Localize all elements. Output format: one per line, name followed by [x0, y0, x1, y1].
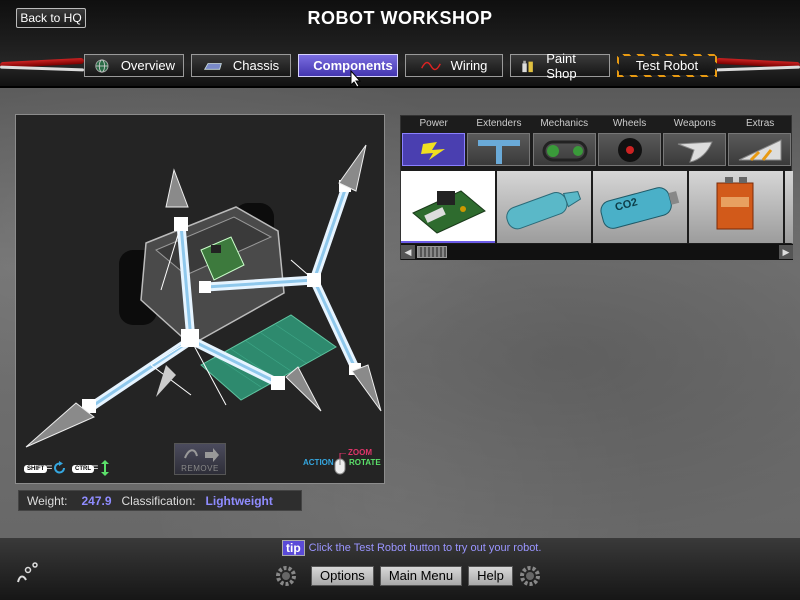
component-circuit-board[interactable] [401, 171, 495, 243]
cable-left-white [0, 65, 85, 72]
options-button[interactable]: Options [311, 566, 374, 586]
scroll-track[interactable] [447, 246, 779, 258]
component-list: CO2 [401, 171, 793, 243]
lightning-icon [421, 142, 445, 160]
tab-label: Wiring [450, 58, 488, 73]
tab-overview[interactable]: Overview [84, 54, 184, 77]
wire-icon [420, 61, 441, 70]
robot-viewport[interactable]: REMOVE SHIFT = CTRL = ACTION ZOOM ROTATE [15, 114, 385, 484]
gear-icon [276, 566, 296, 586]
classification-value: Lightweight [205, 493, 273, 508]
circuit-board-icon [412, 190, 486, 234]
equals-sign: = [92, 462, 99, 474]
scroll-right-icon[interactable]: ▶ [779, 245, 793, 259]
scroll-thumb[interactable] [417, 246, 447, 258]
tab-test-robot[interactable]: Test Robot [617, 54, 717, 77]
main-menu-button[interactable]: Main Menu [379, 566, 463, 586]
tab-label: Overview [120, 58, 175, 73]
mouse-icon [334, 453, 346, 475]
tab-label: Paint Shop [546, 50, 577, 81]
scroll-left-icon[interactable]: ◀ [401, 245, 415, 259]
component-co2-tank[interactable]: CO2 [593, 171, 687, 243]
category-weapons[interactable]: Weapons [662, 116, 727, 168]
bottom-menu: Options Main Menu Help [275, 565, 541, 587]
category-wheels[interactable]: Wheels [597, 116, 662, 168]
vertical-arrow-icon [101, 460, 109, 476]
category-extras[interactable]: Extras [727, 116, 792, 168]
tab-label: Test Robot [635, 58, 699, 73]
remove-button[interactable]: REMOVE [174, 443, 226, 475]
shift-key-label: SHIFT [24, 465, 48, 473]
globe-icon [95, 58, 109, 73]
remove-icon [184, 448, 219, 462]
co2-tank-icon [600, 187, 680, 229]
tip-bar: tip Click the Test Robot button to try o… [282, 540, 541, 556]
action-label: ACTION [303, 458, 334, 467]
classification-label: Classification: [121, 493, 196, 508]
tip-badge: tip [282, 540, 305, 556]
rotate-icon [54, 461, 65, 474]
workshop-tabs: Overview Chassis Components Wiring Paint… [84, 51, 717, 81]
chain-icon [542, 140, 588, 162]
tab-chassis[interactable]: Chassis [191, 54, 291, 77]
category-extenders[interactable]: Extenders [466, 116, 531, 168]
component-battery[interactable] [689, 171, 783, 243]
robot-model [25, 144, 382, 448]
component-panel: Power Extenders Mechanics Wheels Weapons… [400, 115, 793, 260]
page-title: ROBOT WORKSHOP [307, 8, 493, 28]
help-cursor-icon [17, 562, 38, 583]
gear-icon [519, 566, 540, 586]
tab-wiring[interactable]: Wiring [405, 54, 503, 77]
top-bar: Back to HQ ROBOT WORKSHOP Overview Chass… [0, 0, 800, 88]
extender-icon [478, 140, 521, 164]
tab-label: Chassis [232, 58, 280, 73]
cable-right-white [715, 65, 800, 72]
tank-icon [506, 190, 582, 230]
battery-icon [716, 177, 754, 230]
component-next[interactable] [785, 171, 793, 243]
wedge-icon [739, 139, 782, 162]
weight-label: Weight: [27, 493, 68, 508]
category-power[interactable]: Power [401, 116, 466, 168]
help-button[interactable]: Help [468, 566, 513, 586]
zoom-label: ZOOM [348, 448, 372, 457]
wheel-icon [617, 138, 642, 162]
equals-sign: = [46, 462, 53, 474]
category-mechanics[interactable]: Mechanics [532, 116, 597, 168]
tip-text: Click the Test Robot button to try out y… [308, 542, 542, 554]
ctrl-key-label: CTRL [72, 465, 94, 473]
robot-stats-bar: Weight: 247.9 Classification: Lightweigh… [18, 490, 302, 511]
component-scrollbar[interactable]: ◀ ▶ [401, 244, 793, 260]
cursor-icon [350, 70, 362, 88]
chassis-icon [203, 62, 222, 70]
blade-icon [678, 141, 713, 163]
rotate-label: ROTATE [349, 458, 381, 467]
tab-components[interactable]: Components [298, 54, 398, 77]
category-tabs: Power Extenders Mechanics Wheels Weapons… [401, 116, 793, 168]
paint-icon [522, 60, 533, 72]
weight-value: 247.9 [81, 493, 112, 508]
tab-paint-shop[interactable]: Paint Shop [510, 51, 610, 81]
component-tank[interactable] [497, 171, 591, 243]
